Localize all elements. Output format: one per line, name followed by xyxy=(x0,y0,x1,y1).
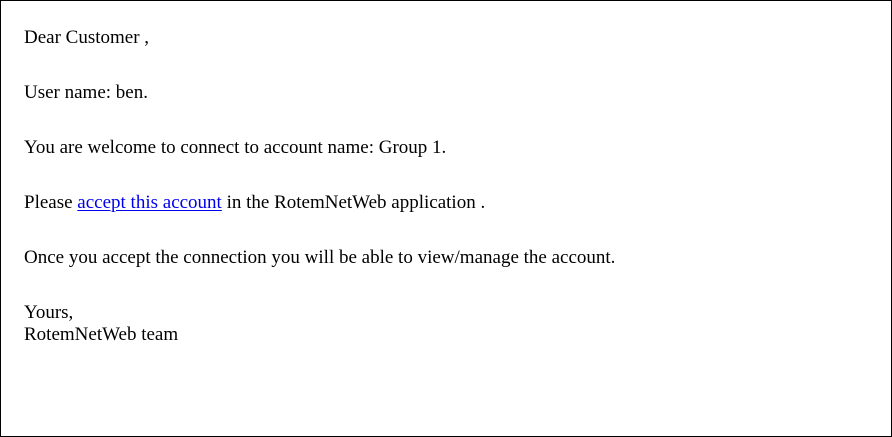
accept-prefix: Please xyxy=(24,192,78,213)
username-line: User name: ben. xyxy=(24,82,148,103)
signature-team: RotemNetWeb team xyxy=(24,324,179,345)
email-frame: Dear Customer , User name: ben. You are … xyxy=(0,0,892,437)
accept-line: Please accept this account in the RotemN… xyxy=(24,192,485,214)
welcome-line: You are welcome to connect to account na… xyxy=(24,137,447,158)
once-line: Once you accept the connection you will … xyxy=(24,247,616,268)
greeting-line: Dear Customer , xyxy=(24,27,150,48)
accept-suffix: in the RotemNetWeb application . xyxy=(221,192,486,213)
accept-account-link[interactable]: accept this account xyxy=(77,192,222,213)
signature-closing: Yours, xyxy=(24,302,74,323)
